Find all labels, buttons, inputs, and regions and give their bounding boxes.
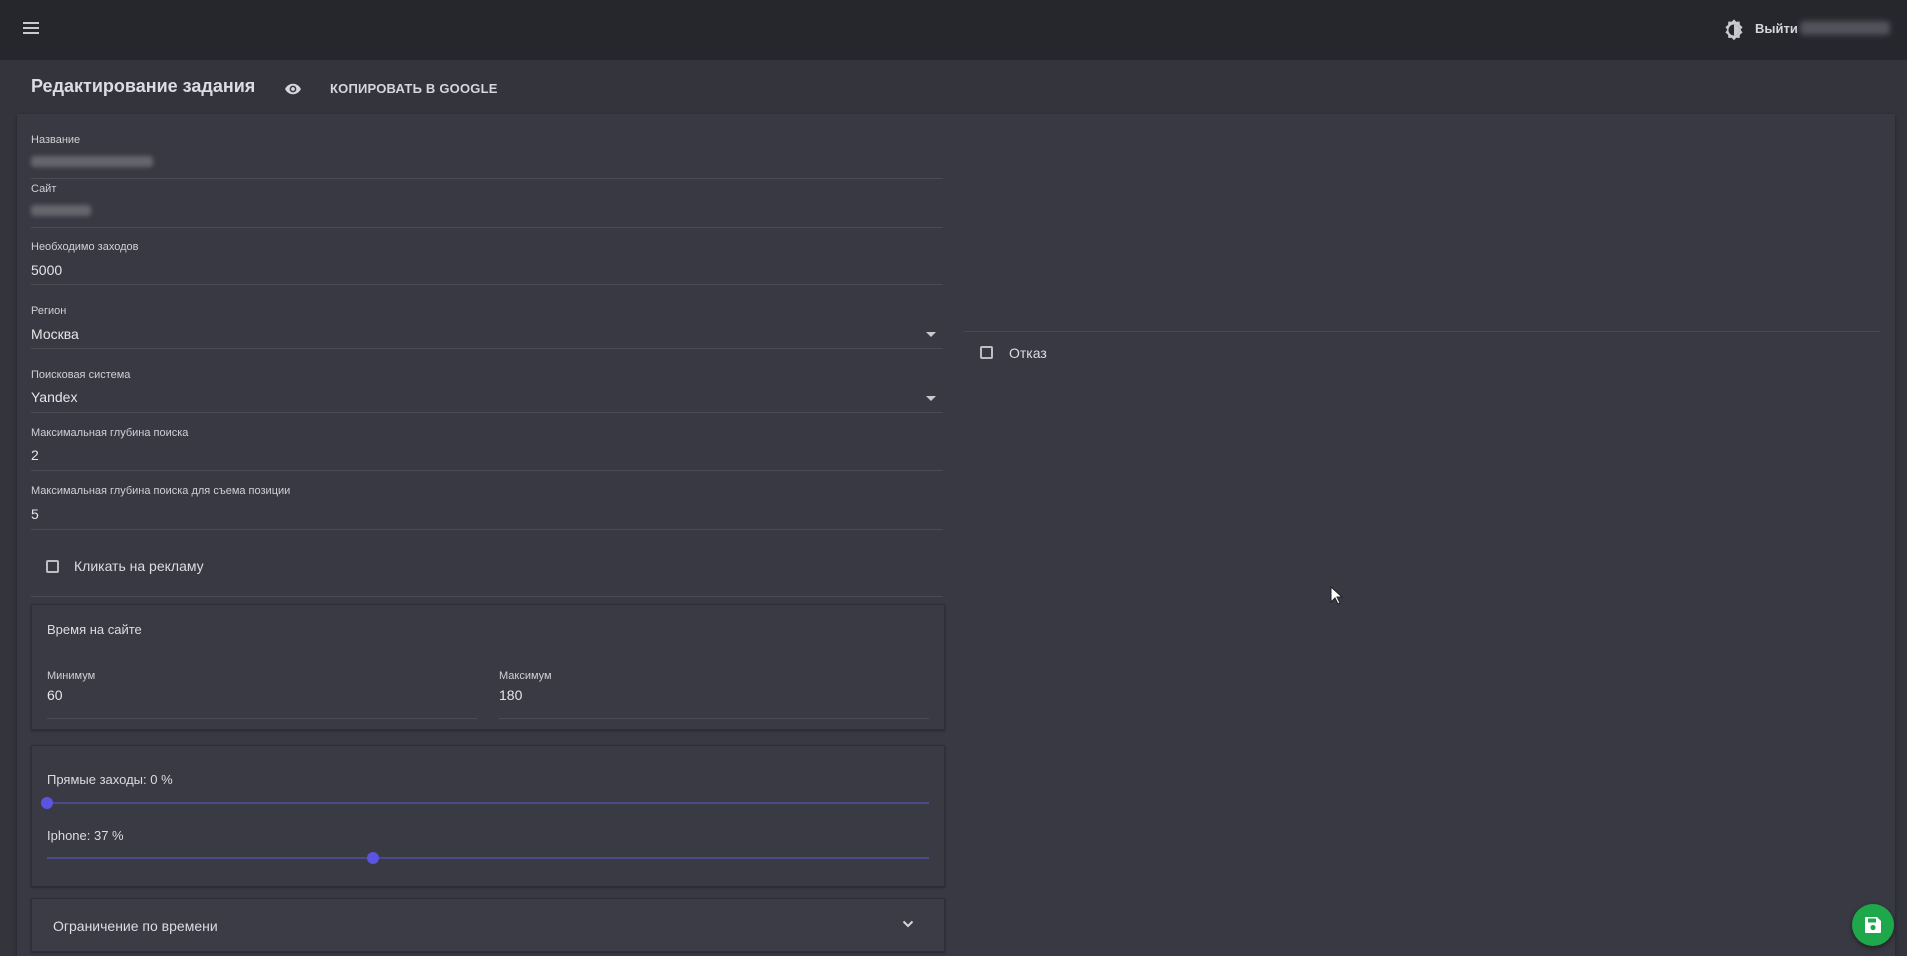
direct-visits-slider[interactable] (41, 797, 929, 809)
search-engine-value: Yandex (31, 389, 78, 405)
name-field[interactable]: Название (31, 134, 943, 179)
max-depth-field[interactable]: Максимальная глубина поиска 2 (31, 427, 943, 471)
region-select[interactable]: Регион Москва (31, 305, 943, 349)
time-limit-expander[interactable]: Ограничение по времени (31, 898, 945, 952)
theme-icon[interactable] (1722, 18, 1746, 42)
region-value: Москва (31, 326, 79, 342)
visits-label: Необходимо заходов (31, 241, 139, 253)
save-icon (1865, 917, 1881, 933)
chevron-down-icon[interactable] (901, 917, 915, 931)
page-title: Редактирование задания (31, 76, 256, 96)
direct-visits-label: Прямые заходы: 0 % (47, 772, 173, 787)
visits-field[interactable]: Необходимо заходов 5000 (31, 241, 943, 285)
site-field[interactable]: Сайт (31, 183, 943, 228)
eye-icon[interactable] (284, 80, 302, 98)
region-label: Регион (31, 305, 67, 317)
menu-icon[interactable] (19, 19, 43, 41)
max-time-field[interactable]: Максимум 180 (499, 670, 929, 719)
max-depth-position-value: 5 (31, 506, 39, 522)
visits-value: 5000 (31, 262, 63, 278)
max-depth-position-label: Максимальная глубина поиска для съема по… (31, 485, 291, 497)
cursor-icon (1330, 585, 1344, 606)
time-limit-label: Ограничение по времени (53, 918, 218, 934)
direct-visits-slider-thumb[interactable] (41, 797, 53, 809)
user-name-redacted (1800, 21, 1890, 35)
name-label: Название (31, 134, 81, 146)
copy-to-google-button[interactable]: КОПИРОВАТЬ В GOOGLE (330, 81, 498, 96)
traffic-sliders-card: Прямые заходы: 0 % Iphone: 37 % (31, 745, 945, 887)
right-divider (964, 331, 1880, 332)
site-label: Сайт (31, 183, 57, 195)
time-on-site-card: Время на сайте Минимум 60 Максимум 180 (31, 604, 945, 730)
iphone-label: Iphone: 37 % (47, 828, 124, 843)
max-depth-position-field[interactable]: Максимальная глубина поиска для съема по… (31, 485, 943, 530)
divider (31, 596, 943, 597)
logout-button[interactable]: Выйти (1755, 21, 1798, 36)
iphone-slider-thumb[interactable] (367, 852, 380, 864)
name-value-redacted (31, 156, 153, 167)
max-depth-value: 2 (31, 447, 39, 463)
caret-down-icon[interactable] (926, 332, 936, 337)
time-on-site-title: Время на сайте (47, 622, 142, 637)
save-button[interactable] (1852, 904, 1894, 946)
refusal-checkbox[interactable] (980, 346, 993, 359)
click-ads-label[interactable]: Кликать на рекламу (74, 558, 204, 574)
iphone-slider[interactable] (47, 852, 929, 864)
search-engine-select[interactable]: Поисковая система Yandex (31, 369, 943, 413)
search-engine-label: Поисковая система (31, 369, 131, 381)
min-time-field[interactable]: Минимум 60 (47, 670, 477, 719)
max-depth-label: Максимальная глубина поиска (31, 427, 189, 439)
refusal-label[interactable]: Отказ (1009, 345, 1047, 361)
click-ads-checkbox[interactable] (46, 560, 59, 573)
site-value-redacted (31, 205, 91, 216)
caret-down-icon[interactable] (926, 396, 936, 401)
max-time-value: 180 (499, 687, 523, 703)
top-bar: Выйти (0, 0, 1907, 60)
max-time-label: Максимум (499, 670, 552, 682)
min-time-value: 60 (47, 687, 63, 703)
min-time-label: Минимум (47, 670, 96, 682)
